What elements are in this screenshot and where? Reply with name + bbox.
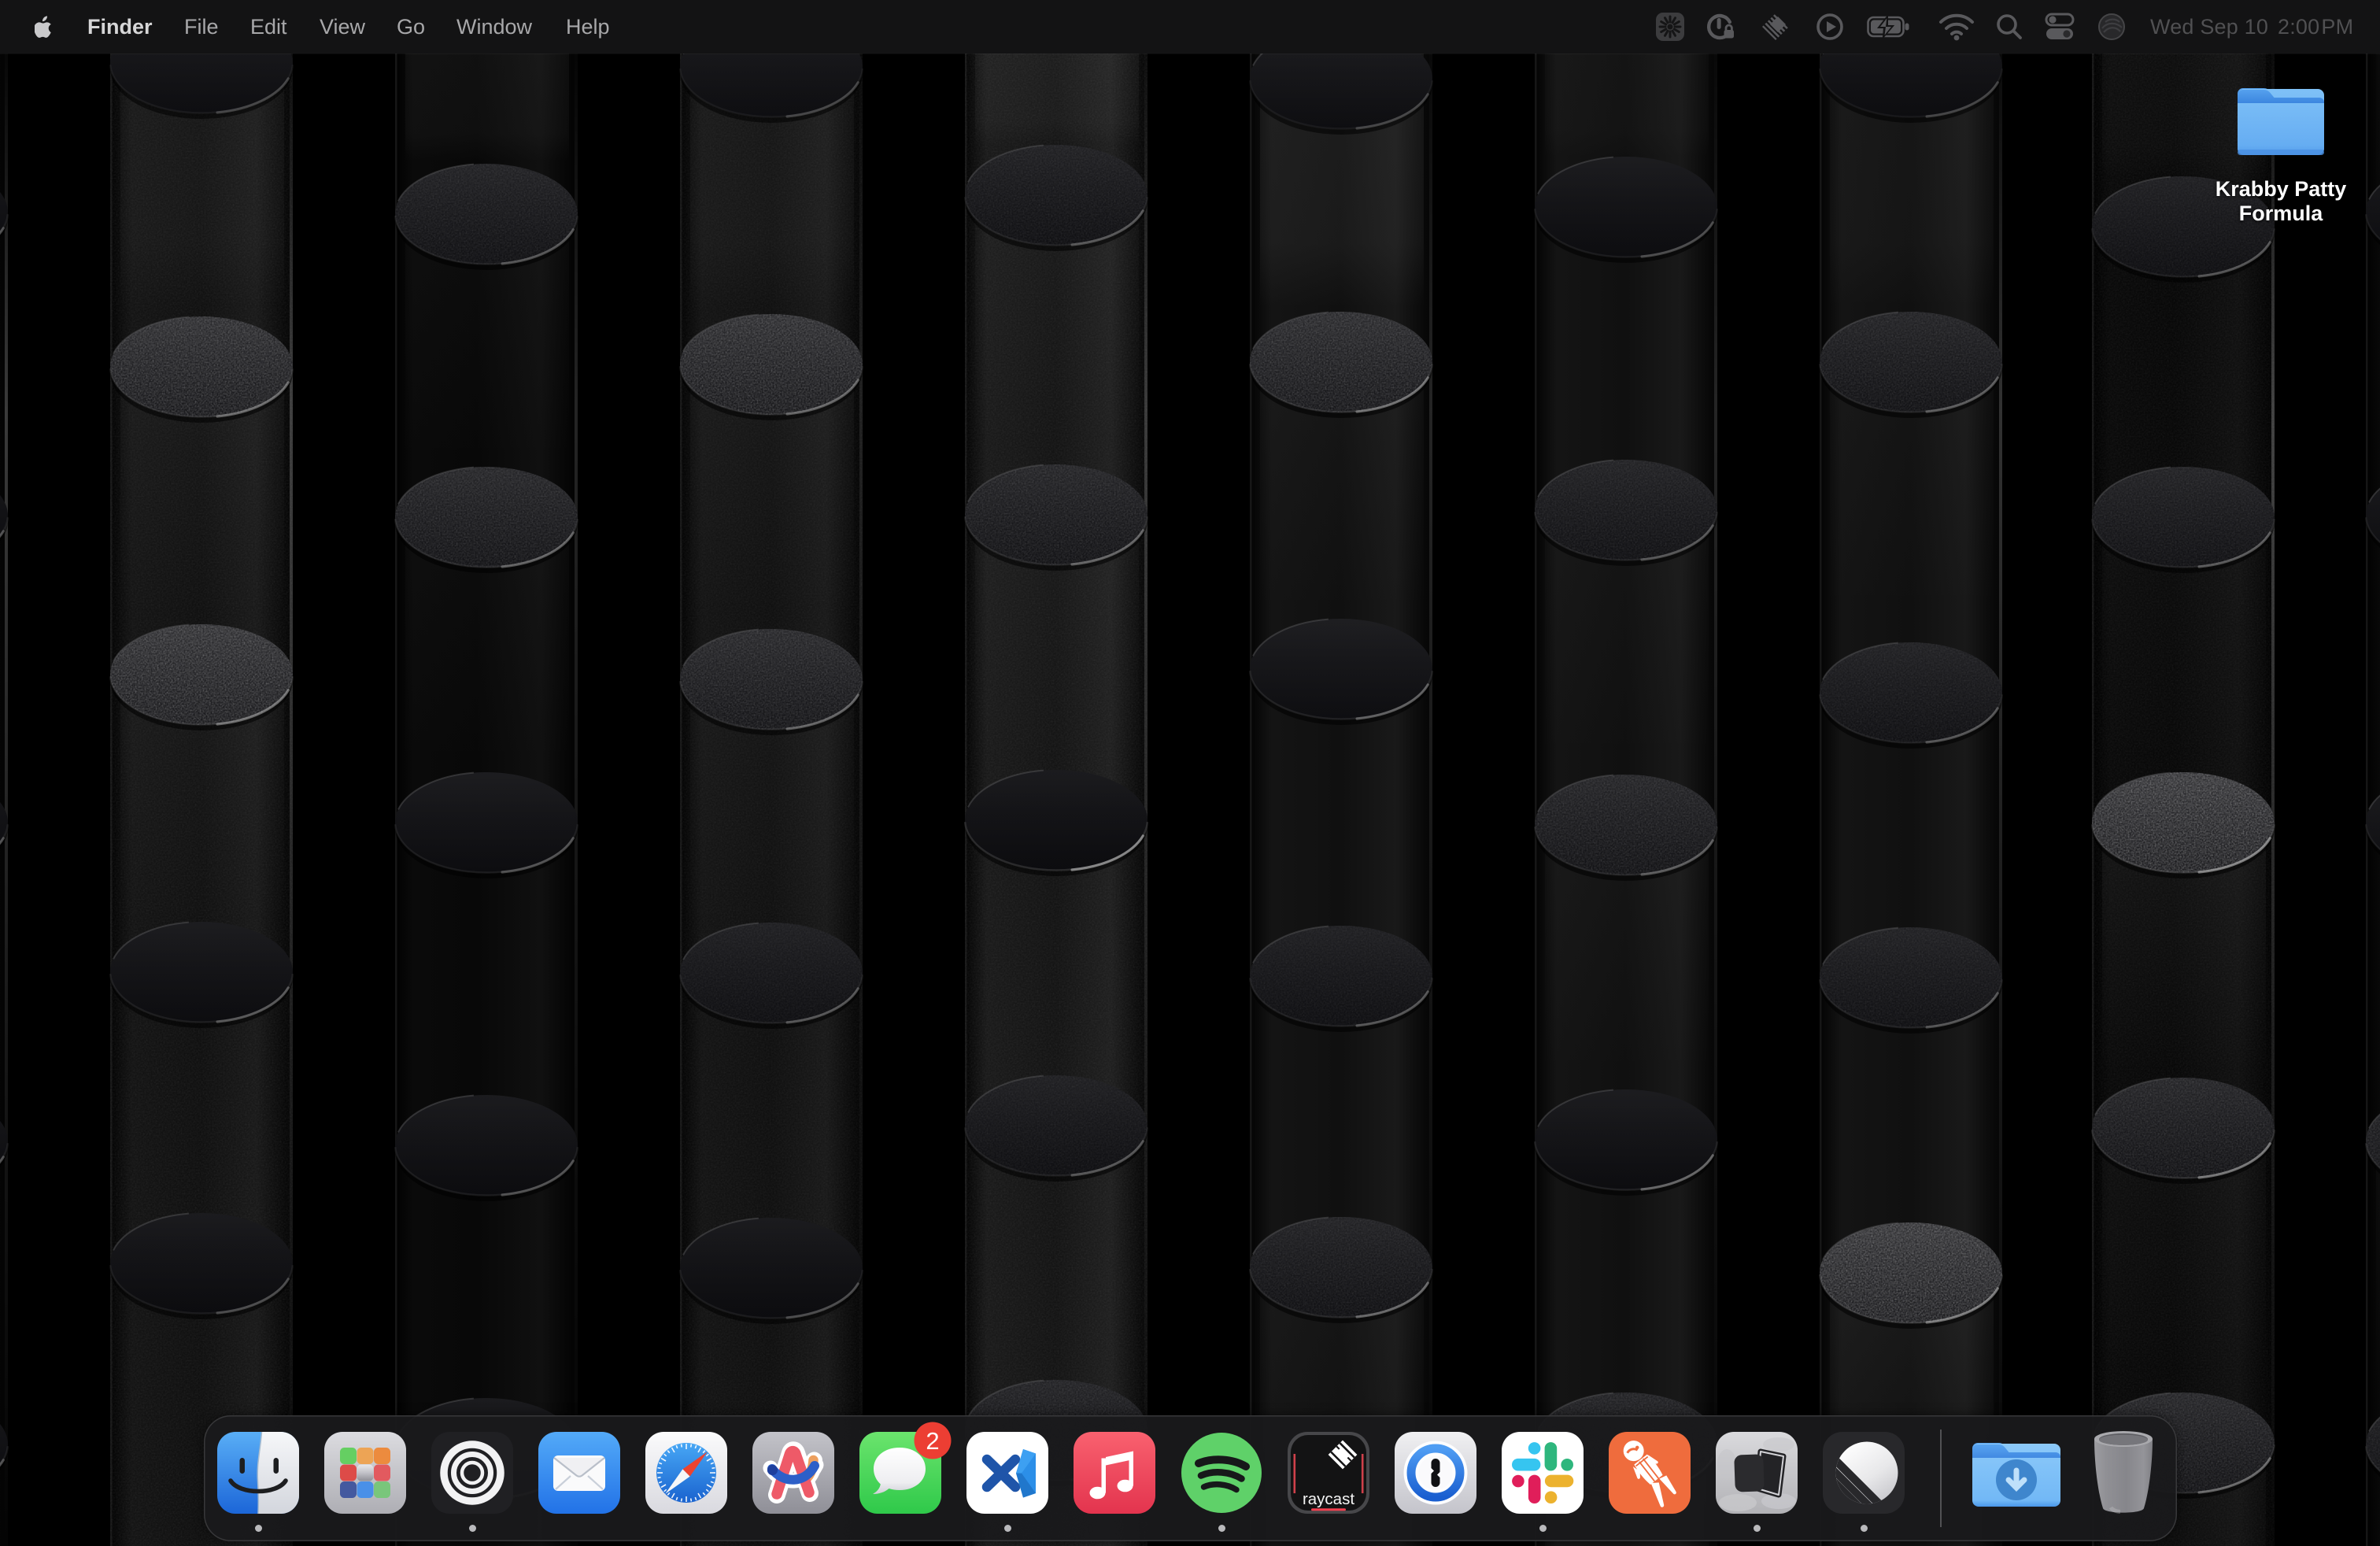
- svg-text:raycast: raycast: [1303, 1490, 1354, 1508]
- svg-text:2: 2: [926, 1427, 939, 1455]
